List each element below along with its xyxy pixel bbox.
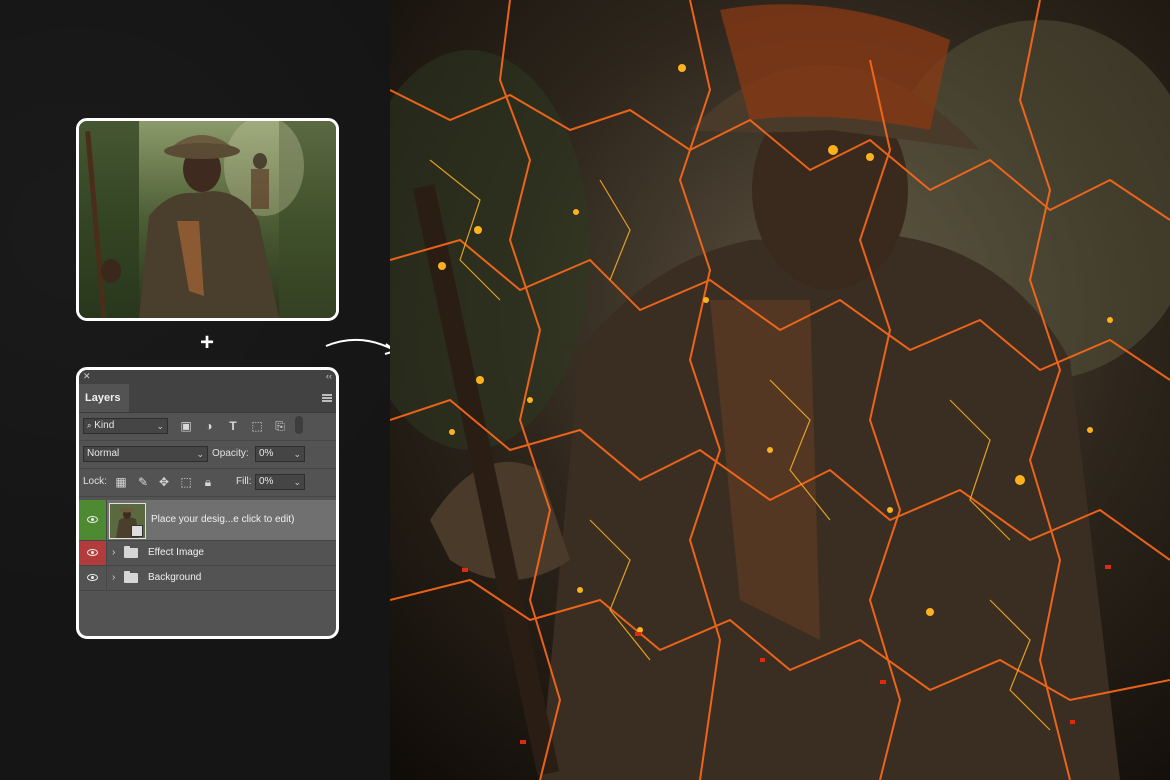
blend-row: Normal ⌄ Opacity: 0% ⌄ bbox=[79, 441, 336, 469]
image-icon[interactable]: ▣ bbox=[179, 419, 193, 433]
opacity-value: 0% bbox=[259, 448, 274, 459]
plus-icon: + bbox=[199, 329, 214, 356]
fill-input[interactable]: 0% ⌄ bbox=[255, 474, 305, 490]
shape-icon[interactable]: ⬚ bbox=[250, 419, 264, 433]
lock-row: Lock: ▦ ✎ ✥ ⬚ 🔒︎ Fill: 0% ⌄ bbox=[79, 469, 336, 497]
smart-object-badge-icon bbox=[131, 525, 143, 537]
blend-mode-select[interactable]: Normal ⌄ bbox=[83, 446, 208, 462]
layer-row-effect-image[interactable]: › Effect Image bbox=[79, 541, 336, 566]
layer-name[interactable]: Effect Image bbox=[148, 547, 204, 558]
filter-kind-select[interactable]: ⌕ Kind ⌄ bbox=[83, 418, 168, 434]
smart-object-icon[interactable]: ⎘ bbox=[273, 419, 287, 433]
filter-row: ⌕ Kind ⌄ ▣ ◑ T ⬚ ⎘ bbox=[79, 413, 336, 441]
layer-name[interactable]: Background bbox=[148, 572, 201, 583]
chevron-down-icon: ⌄ bbox=[196, 449, 204, 459]
filter-toggle-icon[interactable] bbox=[295, 416, 303, 434]
panel-title-bar: ✕ ‹‹ bbox=[79, 370, 336, 384]
visibility-toggle[interactable] bbox=[79, 541, 107, 565]
blend-mode-value: Normal bbox=[87, 448, 120, 459]
lock-paint-icon[interactable]: ✎ bbox=[136, 475, 150, 489]
close-icon[interactable]: ✕ bbox=[83, 371, 91, 382]
chevron-right-icon[interactable]: › bbox=[112, 547, 115, 558]
lock-label: Lock: bbox=[83, 476, 107, 487]
visibility-toggle[interactable] bbox=[79, 566, 107, 590]
lock-transparent-icon[interactable]: ▦ bbox=[114, 475, 128, 489]
source-photo bbox=[79, 121, 336, 318]
lock-artboard-icon[interactable]: ⬚ bbox=[179, 475, 193, 489]
layers-panel: ✕ ‹‹ Layers ⌕ Kind ⌄ ▣ ◑ T ⬚ ⎘ Normal ⌄ … bbox=[76, 367, 339, 639]
layer-name[interactable]: Place your desig...e click to edit) bbox=[151, 514, 294, 525]
tab-layers[interactable]: Layers bbox=[79, 384, 129, 412]
lock-move-icon[interactable]: ✥ bbox=[157, 475, 171, 489]
eye-icon bbox=[87, 574, 98, 581]
folder-icon bbox=[124, 571, 138, 583]
eye-icon bbox=[87, 516, 98, 523]
folder-icon bbox=[124, 546, 138, 558]
lava-crack-portrait bbox=[390, 0, 1170, 780]
chevron-down-icon[interactable]: ⌄ bbox=[293, 475, 301, 489]
filter-kind-label: Kind bbox=[94, 420, 115, 431]
layer-row-background[interactable]: › Background bbox=[79, 566, 336, 591]
chevron-down-icon: ⌄ bbox=[156, 421, 164, 431]
source-photo-card bbox=[76, 118, 339, 321]
fill-value: 0% bbox=[259, 476, 274, 487]
search-icon: ⌕ bbox=[87, 421, 92, 430]
lock-all-icon[interactable]: 🔒︎ bbox=[201, 475, 215, 489]
type-icon[interactable]: T bbox=[226, 419, 240, 433]
visibility-toggle[interactable] bbox=[79, 500, 107, 540]
opacity-input[interactable]: 0% ⌄ bbox=[255, 446, 305, 462]
chevron-right-icon[interactable]: › bbox=[112, 572, 115, 583]
effect-result-image bbox=[390, 0, 1170, 780]
opacity-label: Opacity: bbox=[212, 448, 249, 459]
chevron-down-icon[interactable]: ⌄ bbox=[293, 447, 301, 461]
collapse-icon[interactable]: ‹‹ bbox=[326, 371, 332, 381]
panel-menu-icon[interactable] bbox=[322, 394, 332, 402]
layer-row-smart-object[interactable]: Place your desig...e click to edit) bbox=[79, 500, 336, 541]
eye-icon bbox=[87, 549, 98, 556]
fill-label: Fill: bbox=[236, 476, 252, 487]
adjustment-icon[interactable]: ◑ bbox=[202, 419, 216, 433]
